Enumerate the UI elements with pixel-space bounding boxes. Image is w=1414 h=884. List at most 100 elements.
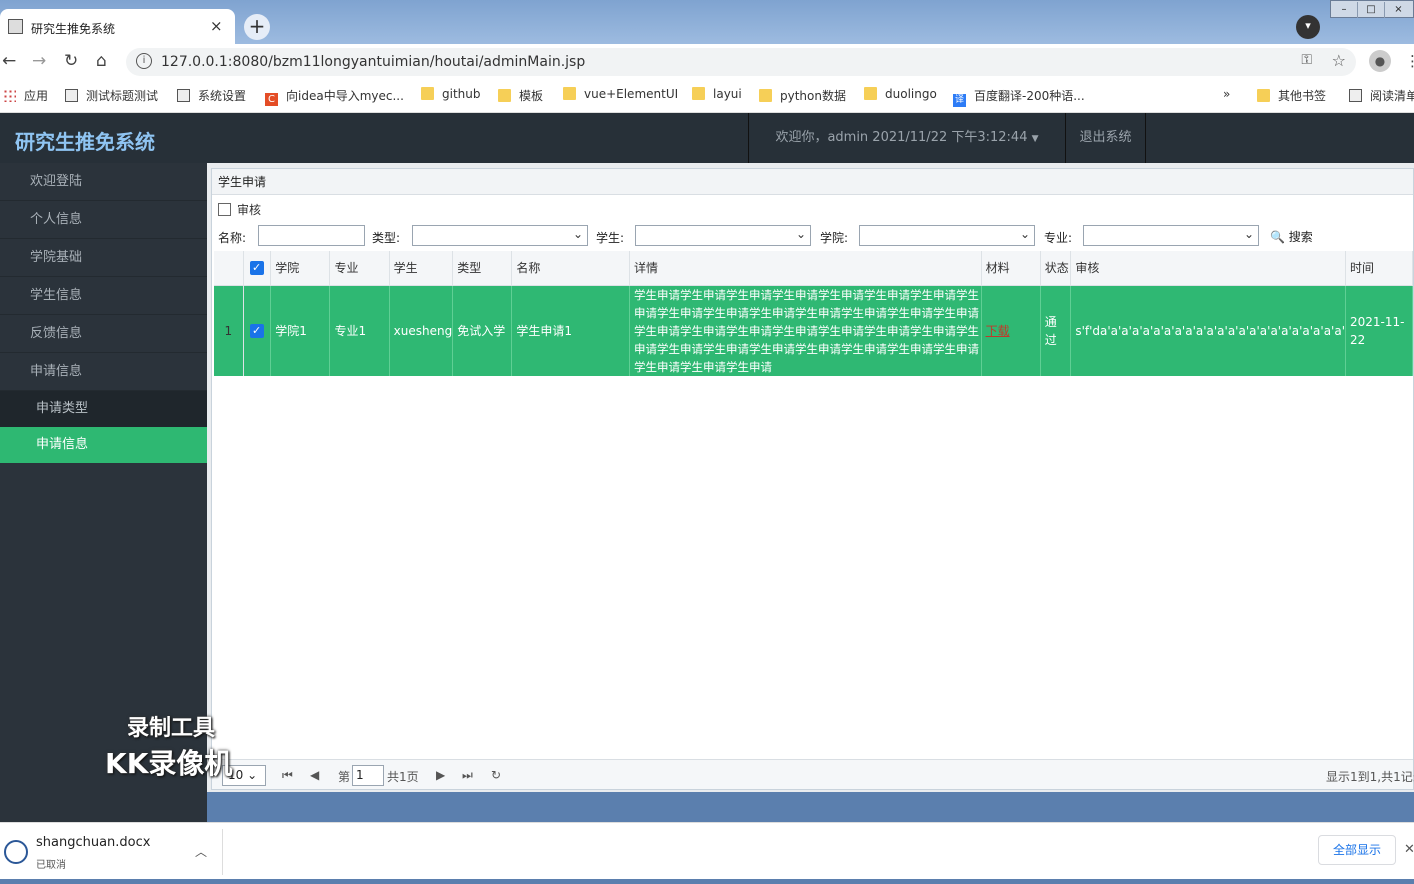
home-icon[interactable]: ⌂ <box>96 51 107 71</box>
sidebar-subitem-app-type[interactable]: 申请类型 <box>0 391 207 427</box>
column-header-name[interactable]: 名称 <box>511 251 631 286</box>
bookmark-folder[interactable]: github <box>421 87 480 101</box>
bookmarks-bar: 应用 测试标题测试 系统设置 C 向idea中导入myec... github 模… <box>0 80 1414 113</box>
chevron-down-icon: ⌄ <box>247 768 258 782</box>
new-tab-button[interactable]: + <box>244 14 270 40</box>
table-row[interactable]: 1 ✓ 学院1 专业1 xuesheng 免试入学 学生申请1 学生申请学生申请… <box>214 285 1413 376</box>
previous-page-icon[interactable]: ◀ <box>310 768 319 782</box>
tab-search-icon[interactable]: ▾ <box>1296 15 1320 39</box>
major-filter-select[interactable]: ⌄ <box>1083 225 1259 246</box>
column-header-status[interactable]: 状态 <box>1040 251 1072 286</box>
reading-list[interactable]: 阅读清单 <box>1349 87 1414 104</box>
watermark-line2: KK录像机 <box>105 747 233 780</box>
panel-title: 学生申请 <box>212 169 1413 195</box>
sidebar-item-feedback[interactable]: 反馈信息 <box>0 315 207 353</box>
sidebar-item-college[interactable]: 学院基础 <box>0 239 207 277</box>
download-link[interactable]: 下载 <box>986 324 1010 338</box>
chevron-down-icon: ⌄ <box>795 227 806 241</box>
cell-material: 下载 <box>981 285 1041 376</box>
forward-icon[interactable]: → <box>32 51 46 71</box>
sidebar-item-welcome[interactable]: 欢迎登陆 <box>0 163 207 201</box>
chevron-up-icon[interactable]: ︿ <box>195 843 207 860</box>
bookmark-folder[interactable]: 模板 <box>498 87 543 104</box>
cell-type: 免试入学 <box>452 285 513 376</box>
column-header-major[interactable]: 专业 <box>329 251 390 286</box>
type-filter-select[interactable]: ⌄ <box>412 225 588 246</box>
edit-icon <box>218 203 231 216</box>
user-info-dropdown[interactable]: 欢迎你，admin 2021/11/22 下午3:12:44 ▼ <box>748 113 1066 163</box>
browser-menu-icon[interactable]: ⋮ <box>1405 52 1414 70</box>
caret-down-icon: ▼ <box>1031 134 1039 144</box>
bookmark-folder[interactable]: python数据 <box>759 87 846 104</box>
folder-icon <box>563 87 576 100</box>
select-all-checkbox[interactable]: ✓ <box>243 251 272 286</box>
bookmark-folder[interactable]: duolingo <box>864 87 937 101</box>
column-header-student[interactable]: 学生 <box>389 251 454 286</box>
minimize-icon[interactable]: – <box>1331 2 1358 18</box>
student-filter-select[interactable]: ⌄ <box>635 225 811 246</box>
show-all-downloads-button[interactable]: 全部显示 <box>1318 835 1396 865</box>
bookmark-folder[interactable]: vue+ElementUI <box>563 87 678 101</box>
sidebar-subitem-app-info[interactable]: 申请信息 <box>0 427 207 463</box>
column-header-college[interactable]: 学院 <box>270 251 331 286</box>
bookmark-item[interactable]: 译百度翻译-200种语... <box>953 87 1085 107</box>
checkbox-checked-icon: ✓ <box>249 261 264 276</box>
main-content: 学生申请 审核 名称: 类型: ⌄ 学生: ⌄ 学院: ⌄ 专业: ⌄ 🔍 搜索… <box>207 163 1414 792</box>
bookmark-apps[interactable]: 应用 <box>3 87 48 104</box>
tab-close-icon[interactable]: × <box>210 17 223 35</box>
sidebar-item-profile[interactable]: 个人信息 <box>0 201 207 239</box>
sidebar-item-students[interactable]: 学生信息 <box>0 277 207 315</box>
window-close-icon[interactable]: × <box>1385 2 1412 18</box>
url-text[interactable]: 127.0.0.1:8080/bzm11longyantuimian/houta… <box>161 54 585 70</box>
bookmark-star-icon[interactable]: ☆ <box>1332 51 1346 70</box>
college-filter-select[interactable]: ⌄ <box>859 225 1035 246</box>
site-info-icon[interactable]: i <box>136 53 152 69</box>
browser-tab[interactable]: 研究生推免系统 × <box>0 9 235 44</box>
name-filter-input[interactable] <box>258 225 365 246</box>
folder-icon <box>759 89 772 102</box>
major-filter-label: 专业: <box>1044 231 1073 245</box>
password-key-icon[interactable]: ⚿ <box>1301 52 1312 68</box>
page-icon <box>177 89 190 102</box>
other-bookmarks[interactable]: 其他书签 <box>1257 87 1326 104</box>
bookmark-item[interactable]: 测试标题测试 <box>65 87 158 104</box>
sidebar-item-applications[interactable]: 申请信息 <box>0 353 207 391</box>
audit-button[interactable]: 审核 <box>218 201 261 218</box>
row-checkbox[interactable]: ✓ <box>243 285 272 376</box>
cell-audit: s'f'da'a'a'a'a'a'a'a'a'a'a'a'a'a'a'a'a'a… <box>1070 285 1347 376</box>
bookmark-folder[interactable]: layui <box>692 87 742 101</box>
column-header-audit[interactable]: 审核 <box>1070 251 1347 286</box>
watermark-line1: 录制工具 <box>127 716 216 741</box>
refresh-icon[interactable]: ↻ <box>491 768 501 782</box>
type-filter-label: 类型: <box>372 231 401 245</box>
column-header-time[interactable]: 时间 <box>1345 251 1413 286</box>
page-number-input[interactable]: 1 <box>352 765 384 786</box>
column-header-material[interactable]: 材料 <box>981 251 1041 286</box>
reload-icon[interactable]: ↻ <box>64 51 78 71</box>
address-bar[interactable]: i 127.0.0.1:8080/bzm11longyantuimian/hou… <box>126 48 1356 76</box>
browser-tab-strip: 研究生推免系统 × + ▾ – □ × <box>0 0 1414 44</box>
account-avatar-icon[interactable]: ● <box>1369 50 1391 72</box>
first-page-icon[interactable]: ⏮ <box>282 768 293 783</box>
bookmark-item[interactable]: 系统设置 <box>177 87 246 104</box>
chevron-down-icon: ⌄ <box>572 227 583 241</box>
row-number-header <box>214 251 244 286</box>
name-filter-label: 名称: <box>218 231 247 245</box>
column-header-type[interactable]: 类型 <box>452 251 513 286</box>
bookmark-item[interactable]: C 向idea中导入myec... <box>265 87 404 106</box>
reading-list-icon <box>1349 89 1362 102</box>
next-page-icon[interactable]: ▶ <box>436 768 445 782</box>
close-shelf-icon[interactable]: ✕ <box>1404 842 1414 857</box>
column-header-detail[interactable]: 详情 <box>629 251 982 286</box>
download-filename[interactable]: shangchuan.docx <box>36 835 150 850</box>
page-icon <box>65 89 78 102</box>
back-icon[interactable]: ← <box>2 51 16 71</box>
checkbox-checked-icon: ✓ <box>249 324 264 338</box>
chevron-down-icon: ⌄ <box>1019 227 1030 241</box>
maximize-icon[interactable]: □ <box>1358 2 1385 18</box>
last-page-icon[interactable]: ⏭ <box>462 768 473 783</box>
logout-button[interactable]: 退出系统 <box>1066 113 1146 163</box>
search-button[interactable]: 🔍 搜索 <box>1270 228 1313 245</box>
cell-status: 通过 <box>1040 285 1072 376</box>
bookmarks-overflow[interactable]: » <box>1223 87 1230 101</box>
